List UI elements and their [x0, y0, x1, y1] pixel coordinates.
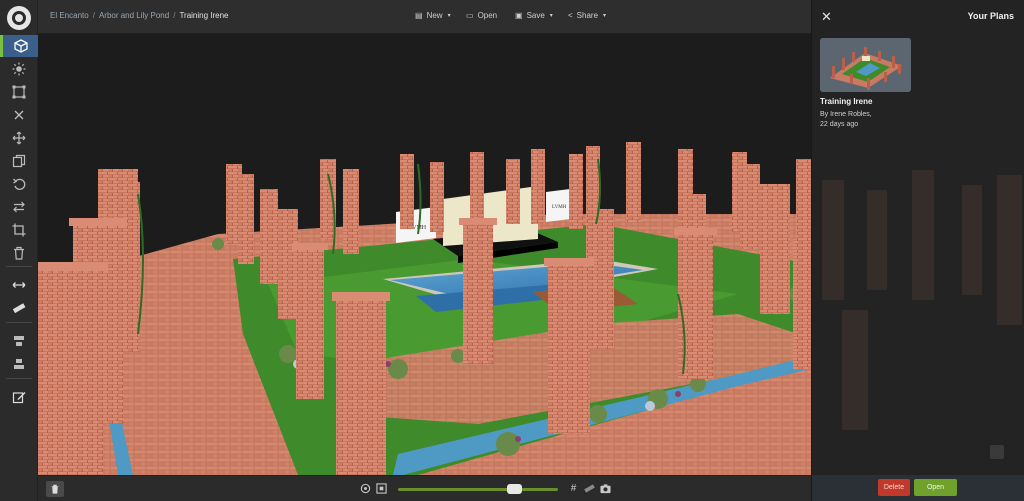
- select-frame-icon[interactable]: [0, 81, 38, 103]
- breadcrumb-link-project[interactable]: El Encanto: [50, 11, 89, 20]
- garden-scene: LVMH LVMH: [38, 142, 811, 475]
- crop-icon[interactable]: [0, 219, 38, 241]
- trash-icon[interactable]: [0, 242, 38, 264]
- top-bar: El Encanto / Arbor and Lily Pond / Training …: [38, 0, 811, 34]
- save-label: Save: [526, 11, 545, 20]
- close-icon[interactable]: [0, 104, 38, 126]
- ruler-icon[interactable]: [584, 483, 595, 494]
- caret-down-icon: ▾: [447, 13, 451, 19]
- frame-icon[interactable]: [376, 483, 387, 494]
- delete-selection-button[interactable]: [46, 481, 64, 497]
- camera-icon[interactable]: [600, 483, 611, 494]
- move-icon[interactable]: [0, 127, 38, 149]
- ghost-scene-background: [822, 170, 1022, 430]
- breadcrumb-current: Training Irene: [179, 11, 229, 20]
- sign-right-text: LVMH: [552, 205, 567, 210]
- open-plan-button[interactable]: Open: [914, 479, 957, 496]
- cube-icon[interactable]: [0, 35, 38, 57]
- plan-thumbnail[interactable]: [820, 38, 911, 92]
- plans-panel: ✕ Your Plans Training Irene By Irene Rob…: [811, 0, 1024, 501]
- bottom-bar: #: [38, 475, 811, 501]
- zoom-slider-thumb[interactable]: [507, 484, 523, 494]
- toolbar-divider: [6, 378, 32, 379]
- swap-icon[interactable]: [0, 196, 38, 218]
- plan-name[interactable]: Training Irene: [820, 97, 872, 106]
- file-icon: ▤: [415, 11, 423, 20]
- toolbar-divider: [6, 266, 32, 267]
- copy-icon[interactable]: [0, 150, 38, 172]
- panel-title: Your Plans: [967, 11, 1014, 21]
- share-menu-button[interactable]: < Share ▾: [568, 11, 606, 20]
- close-panel-icon[interactable]: ✕: [821, 9, 832, 25]
- grid-icon[interactable]: #: [568, 483, 579, 494]
- share-icon: <: [568, 11, 573, 20]
- plan-time: 22 days ago: [820, 121, 859, 128]
- breadcrumb-separator: /: [92, 11, 95, 20]
- measure-icon[interactable]: [0, 274, 38, 296]
- plan-meta: By Irene Robles, 22 days ago: [820, 110, 872, 130]
- undo-icon[interactable]: [0, 173, 38, 195]
- save-menu-button[interactable]: ▣ Save ▾: [515, 11, 553, 20]
- folder-icon: ▭: [466, 11, 474, 20]
- share-label: Share: [576, 11, 599, 20]
- align-bottom-icon[interactable]: [0, 353, 38, 375]
- app-root: El Encanto / Arbor and Lily Pond / Training …: [0, 0, 1024, 501]
- zoom-slider[interactable]: [398, 488, 558, 491]
- app-logo[interactable]: [7, 6, 31, 30]
- left-toolbar: [0, 0, 38, 501]
- trash-icon: [51, 484, 59, 494]
- open-label: Open: [477, 11, 498, 20]
- open-button[interactable]: ▭ Open: [466, 11, 497, 20]
- breadcrumb-separator: /: [173, 11, 176, 20]
- plan-author: By Irene Robles,: [820, 111, 872, 118]
- delete-plan-button[interactable]: Delete: [878, 479, 910, 496]
- breadcrumb-link-plan[interactable]: Arbor and Lily Pond: [99, 11, 169, 20]
- edit-icon[interactable]: [0, 386, 38, 408]
- caret-down-icon: ▾: [603, 13, 607, 19]
- breadcrumb: El Encanto / Arbor and Lily Pond / Training …: [50, 11, 229, 20]
- panel-corner-control[interactable]: [990, 445, 1004, 459]
- save-icon: ▣: [515, 11, 523, 20]
- target-icon[interactable]: [360, 483, 371, 494]
- panel-footer: Delete Open: [812, 475, 1024, 501]
- ruler-icon[interactable]: [0, 297, 38, 319]
- 3d-viewport[interactable]: LVMH LVMH: [38, 34, 811, 475]
- toolbar-divider: [6, 322, 32, 323]
- caret-down-icon: ▾: [549, 13, 553, 19]
- new-label: New: [426, 11, 443, 20]
- align-top-icon[interactable]: [0, 330, 38, 352]
- new-menu-button[interactable]: ▤ New ▾: [415, 11, 451, 20]
- sun-icon[interactable]: [0, 58, 38, 80]
